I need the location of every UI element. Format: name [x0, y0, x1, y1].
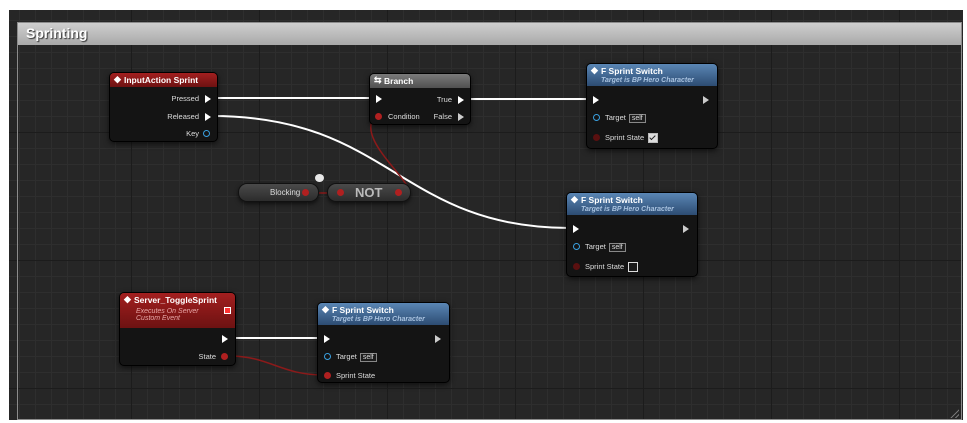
server-event-line1: Executes On Server: [136, 308, 199, 315]
switch2-target-label: Target: [585, 242, 606, 251]
sprint-switch-node-3[interactable]: ◆ F Sprint Switch Target is BP Hero Char…: [317, 302, 450, 383]
released-pin-label: Released: [167, 112, 199, 121]
switch1-subtitle: Target is BP Hero Character: [601, 77, 694, 84]
switch3-target-label: Target: [336, 352, 357, 361]
switch2-target-row: Target self: [585, 242, 626, 252]
switch2-state-pin[interactable]: [573, 263, 580, 270]
input-action-title: InputAction Sprint: [124, 75, 199, 85]
key-pin[interactable]: [203, 130, 210, 137]
switch3-state-pin[interactable]: [324, 372, 331, 379]
blocking-variable-node[interactable]: Blocking: [238, 183, 319, 202]
not-node[interactable]: NOT: [327, 183, 411, 202]
not-in-pin[interactable]: [337, 189, 344, 196]
switch1-state-row: Sprint State: [605, 133, 659, 144]
switch1-state-checkbox[interactable]: [648, 133, 659, 144]
server-event-line2: Custom Event: [136, 315, 180, 322]
switch1-title: F Sprint Switch: [601, 66, 663, 76]
switch3-exec-in-pin[interactable]: [324, 335, 330, 343]
switch1-target-pin[interactable]: [593, 114, 600, 121]
switch1-exec-out-pin[interactable]: [703, 96, 709, 104]
switch3-title: F Sprint Switch: [332, 305, 394, 315]
switch2-exec-out-pin[interactable]: [683, 225, 689, 233]
event-diamond-icon: ◆: [114, 74, 121, 84]
switch2-header[interactable]: ◆ F Sprint Switch Target is BP Hero Char…: [567, 193, 697, 215]
sprint-switch-node-1[interactable]: ◆ F Sprint Switch Target is BP Hero Char…: [586, 63, 718, 149]
branch-header[interactable]: ⇆ Branch: [370, 74, 470, 88]
switch1-target-row: Target self: [605, 113, 646, 123]
branch-exec-in-pin[interactable]: [376, 95, 382, 103]
condition-pin[interactable]: [375, 113, 382, 120]
blueprint-editor: Sprinting ◆ InputAction Sprint Pressed R…: [0, 0, 967, 423]
blocking-out-pin[interactable]: [302, 189, 309, 196]
switch2-subtitle: Target is BP Hero Character: [581, 206, 674, 213]
switch2-state-label: Sprint State: [585, 262, 625, 271]
comment-bubble-icon[interactable]: [315, 174, 324, 182]
condition-label: Condition: [388, 112, 420, 121]
switch2-state-row: Sprint State: [585, 262, 639, 273]
input-action-header[interactable]: ◆ InputAction Sprint: [110, 73, 217, 87]
input-action-sprint-node[interactable]: ◆ InputAction Sprint Pressed Released Ke…: [109, 72, 218, 142]
branch-false-label: False: [433, 112, 452, 121]
released-exec-pin[interactable]: [205, 113, 211, 121]
branch-false-pin[interactable]: [458, 113, 464, 121]
switch1-exec-in-pin[interactable]: [593, 96, 599, 104]
switch1-header[interactable]: ◆ F Sprint Switch Target is BP Hero Char…: [587, 64, 717, 86]
switch2-state-checkbox[interactable]: [628, 262, 639, 273]
bool-wire-state-sprintstate[interactable]: [228, 355, 325, 376]
exec-wire-released-switch2[interactable]: [211, 115, 571, 229]
switch3-target-row: Target self: [336, 352, 377, 362]
function-diamond-icon: ◆: [571, 194, 578, 204]
switch1-target-label: Target: [605, 113, 626, 122]
branch-title: Branch: [384, 76, 414, 86]
function-diamond-icon: ◆: [591, 65, 598, 75]
server-event-header[interactable]: ◆ Server_ToggleSprint Executes On Server…: [120, 293, 235, 328]
branch-true-pin[interactable]: [458, 96, 464, 104]
switch3-target-pin[interactable]: [324, 353, 331, 360]
switch3-self-box[interactable]: self: [359, 353, 377, 362]
switch3-exec-out-pin[interactable]: [435, 335, 441, 343]
key-pin-label: Key: [186, 129, 199, 138]
switch3-header[interactable]: ◆ F Sprint Switch Target is BP Hero Char…: [318, 303, 449, 325]
switch2-exec-in-pin[interactable]: [573, 225, 579, 233]
switch2-self-box[interactable]: self: [608, 243, 626, 252]
switch3-subtitle: Target is BP Hero Character: [332, 316, 425, 323]
server-event-title: Server_ToggleSprint: [134, 295, 217, 305]
not-out-pin[interactable]: [395, 189, 402, 196]
switch2-title: F Sprint Switch: [581, 195, 643, 205]
switch1-state-pin[interactable]: [593, 134, 600, 141]
resize-grip-icon[interactable]: [950, 409, 959, 418]
branch-icon: ⇆: [374, 75, 382, 85]
switch1-self-box[interactable]: self: [628, 114, 646, 123]
server-state-pin[interactable]: [221, 353, 228, 360]
branch-node[interactable]: ⇆ Branch True Condition False: [369, 73, 471, 125]
switch1-state-label: Sprint State: [605, 133, 645, 142]
replication-indicator-icon: [224, 307, 231, 314]
function-diamond-icon: ◆: [322, 304, 329, 314]
switch2-target-pin[interactable]: [573, 243, 580, 250]
server-event-exec-out-pin[interactable]: [222, 335, 228, 343]
branch-true-label: True: [436, 95, 452, 104]
bool-wire-not-condition[interactable]: [370, 114, 409, 194]
event-diamond-icon: ◆: [124, 294, 131, 304]
pressed-pin-label: Pressed: [171, 94, 199, 103]
pressed-exec-pin[interactable]: [205, 95, 211, 103]
blocking-label: Blocking: [270, 188, 301, 197]
server-toggle-sprint-node[interactable]: ◆ Server_ToggleSprint Executes On Server…: [119, 292, 236, 366]
not-label: NOT: [355, 185, 383, 200]
server-state-label: State: [198, 352, 216, 361]
sprint-switch-node-2[interactable]: ◆ F Sprint Switch Target is BP Hero Char…: [566, 192, 698, 277]
switch3-state-label: Sprint State: [336, 371, 376, 380]
